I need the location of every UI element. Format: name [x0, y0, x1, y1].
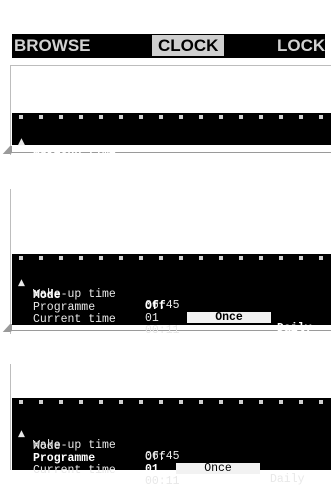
programme-row[interactable]: Programme 01 [12, 442, 331, 476]
current-time-value: 00:11 [145, 475, 180, 488]
programme-value: 01 [145, 312, 159, 325]
current-time-label: Current time [33, 464, 116, 477]
panel1-frame-left [10, 65, 11, 155]
mode-row[interactable]: Mode Off Once Daily [12, 279, 331, 335]
wakeup-time-row[interactable]: ▲ Wake-up time 06:45 [12, 418, 331, 462]
mode-row[interactable]: Mode Off Once Daily [12, 430, 331, 486]
panel2-frame-left [10, 189, 11, 334]
tab-browse[interactable]: BROWSE [14, 36, 91, 56]
mode-option-daily[interactable]: Daily [277, 323, 312, 335]
current-time-row[interactable]: Current time 00:11 [12, 303, 331, 337]
dotted-separator [12, 254, 331, 266]
tab-lock[interactable]: LOCK [277, 36, 325, 56]
wakeup-time-row[interactable]: ▲ Wake-up time 06:45 [12, 126, 331, 170]
current-time-row[interactable]: Current time 00:11 [12, 454, 331, 488]
main-menu-bar: BROWSE CLOCK LOCK [12, 34, 325, 58]
programme-row[interactable]: Programme 01 [12, 291, 331, 325]
up-arrow-icon: ▲ [18, 137, 25, 147]
mode-option-daily[interactable]: Daily [270, 474, 305, 486]
panel3-frame-left [10, 364, 11, 470]
tab-clock[interactable]: CLOCK [152, 35, 225, 56]
current-time-label: Current time [33, 313, 116, 326]
wakeup-time-row[interactable]: ▲ Wake-up time 06:45 [12, 267, 331, 311]
dotted-separator [12, 113, 331, 125]
screen-mode-select: ▲ Wake-up time 06:45 Mode Off Once Daily… [12, 254, 331, 337]
screen-programme-select: ▲ Wake-up time 06:45 Mode Off Once Daily… [12, 398, 331, 488]
panel1-frame-top [10, 65, 331, 66]
dotted-separator [12, 398, 331, 410]
wakeup-time-value: 06:45 [165, 158, 200, 171]
screen-wakeup-collapsed: ▲ Wake-up time 06:45 [12, 113, 331, 170]
wakeup-time-label: Wake-up time [33, 147, 116, 160]
current-time-value: 00:11 [145, 324, 180, 337]
